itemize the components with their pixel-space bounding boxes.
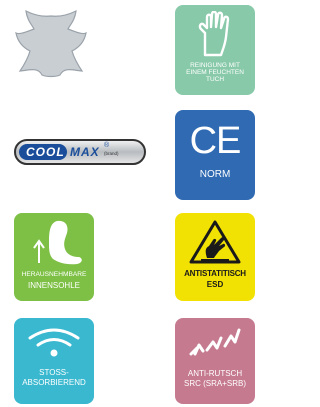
removable-insole-icon	[33, 220, 82, 265]
shock-label-line1: STOSS-	[39, 368, 69, 377]
anti-slip-icon	[189, 328, 241, 356]
esd-label-line2: ESD	[206, 280, 224, 289]
coolmax-logo: COOL MAX ® (brand)	[14, 138, 146, 166]
cleaning-tile: REINIGUNG MIT EINEM FEUCHTEN TUCH	[175, 5, 255, 95]
coolmax-sub: (brand)	[104, 151, 119, 156]
ce-norm-tile: CE NORM	[175, 110, 255, 200]
shock-absorbing-tile: STOSS- ABSORBIEREND	[14, 318, 94, 404]
ce-mark-icon: CE	[189, 120, 242, 162]
anti-slip-label-line1: ANTI-RUTSCH	[187, 369, 243, 378]
shock-absorbing-icon	[28, 328, 80, 357]
anti-slip-label-line2: SRC (SRA+SRB)	[183, 379, 246, 388]
hand-icon	[198, 11, 230, 57]
cleaning-label: REINIGUNG MIT EINEM FEUCHTEN TUCH	[186, 62, 244, 83]
insole-label-line1: HERAUSNEHMBARE	[21, 271, 87, 278]
coolmax-brand-part1: COOL	[26, 145, 65, 159]
ce-norm-label: NORM	[199, 169, 231, 180]
esd-hand-icon	[189, 220, 241, 264]
anti-slip-tile: ANTI-RUTSCH SRC (SRA+SRB)	[175, 318, 255, 404]
shock-label-line2: ABSORBIEREND	[22, 378, 86, 387]
insole-tile: HERAUSNEHMBARE INNENSOHLE	[14, 213, 94, 301]
insole-label-line2: INNENSOHLE	[27, 281, 80, 290]
coolmax-brand-part2: MAX	[70, 145, 100, 159]
esd-tile: ANTISTATITISCH ESD	[175, 213, 255, 301]
leather-hide-icon	[12, 5, 90, 81]
coolmax-reg: ®	[104, 142, 110, 149]
esd-label-line1: ANTISTATITISCH	[184, 269, 246, 278]
